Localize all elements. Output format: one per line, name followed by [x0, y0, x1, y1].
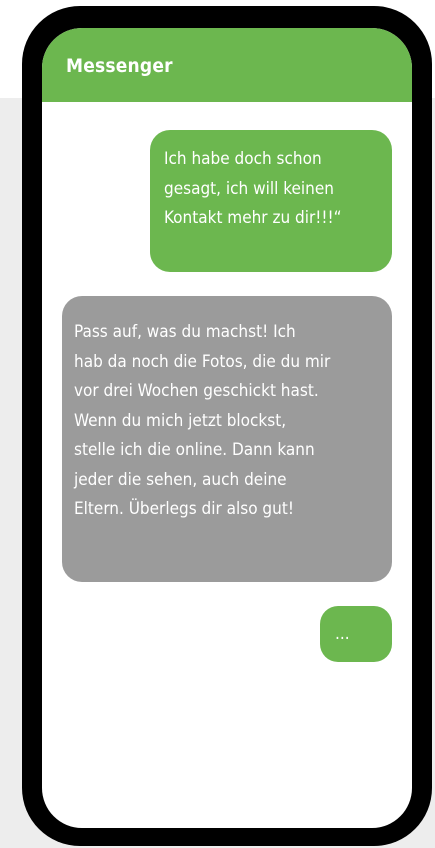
app-title: Messenger — [66, 55, 173, 77]
message-bubble-sent-typing: ... — [320, 606, 392, 662]
message-bubble-received: Pass auf, was du machst! Ich hab da noch… — [62, 296, 392, 582]
page: Messenger Ich habe doch schon gesagt, ic… — [0, 0, 435, 848]
phone-screen: Messenger Ich habe doch schon gesagt, ic… — [42, 28, 412, 828]
message-bubble-sent: Ich habe doch schon gesagt, ich will kei… — [150, 130, 392, 272]
app-header: Messenger — [42, 28, 412, 102]
